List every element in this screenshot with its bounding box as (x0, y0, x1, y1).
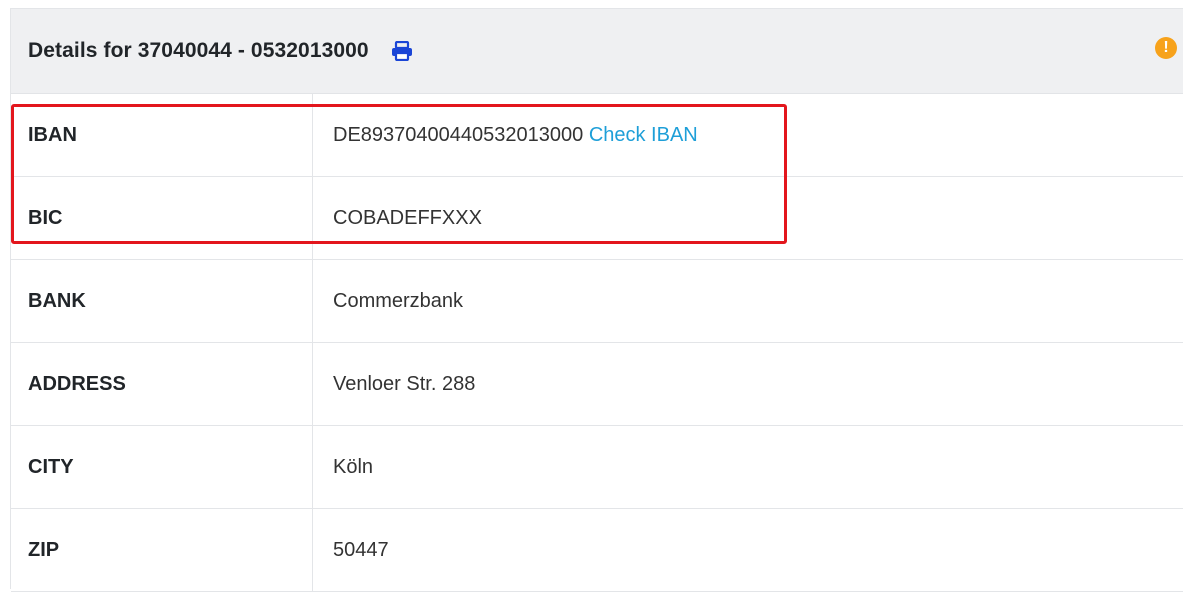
print-icon[interactable] (391, 41, 413, 61)
bank-label: BANK (11, 260, 313, 343)
table-row-zip: ZIP 50447 (11, 509, 1183, 592)
bic-value: COBADEFFXXX (313, 177, 1183, 260)
table-row-bank: BANK Commerzbank (11, 260, 1183, 343)
city-value: Köln (313, 426, 1183, 509)
city-label: CITY (11, 426, 313, 509)
iban-label: IBAN (11, 94, 313, 177)
bank-value: Commerzbank (313, 260, 1183, 343)
iban-value-cell: DE89370400440532013000 Check IBAN (313, 94, 1183, 177)
exclamation-icon[interactable]: ! (1155, 37, 1177, 59)
details-title: Details for 37040044 - 0532013000 (28, 39, 369, 63)
details-table: IBAN DE89370400440532013000 Check IBAN B… (11, 94, 1183, 592)
bank-details-card: Details for 37040044 - 0532013000 ! IBAN… (10, 8, 1183, 589)
table-row-address: ADDRESS Venloer Str. 288 (11, 343, 1183, 426)
table-row-bic: BIC COBADEFFXXX (11, 177, 1183, 260)
zip-label: ZIP (11, 509, 313, 592)
bic-label: BIC (11, 177, 313, 260)
address-label: ADDRESS (11, 343, 313, 426)
check-iban-link[interactable]: Check IBAN (589, 124, 698, 146)
zip-value: 50447 (313, 509, 1183, 592)
table-row-city: CITY Köln (11, 426, 1183, 509)
iban-value: DE89370400440532013000 (333, 124, 583, 146)
card-header: Details for 37040044 - 0532013000 ! (11, 9, 1183, 94)
table-row-iban: IBAN DE89370400440532013000 Check IBAN (11, 94, 1183, 177)
address-value: Venloer Str. 288 (313, 343, 1183, 426)
